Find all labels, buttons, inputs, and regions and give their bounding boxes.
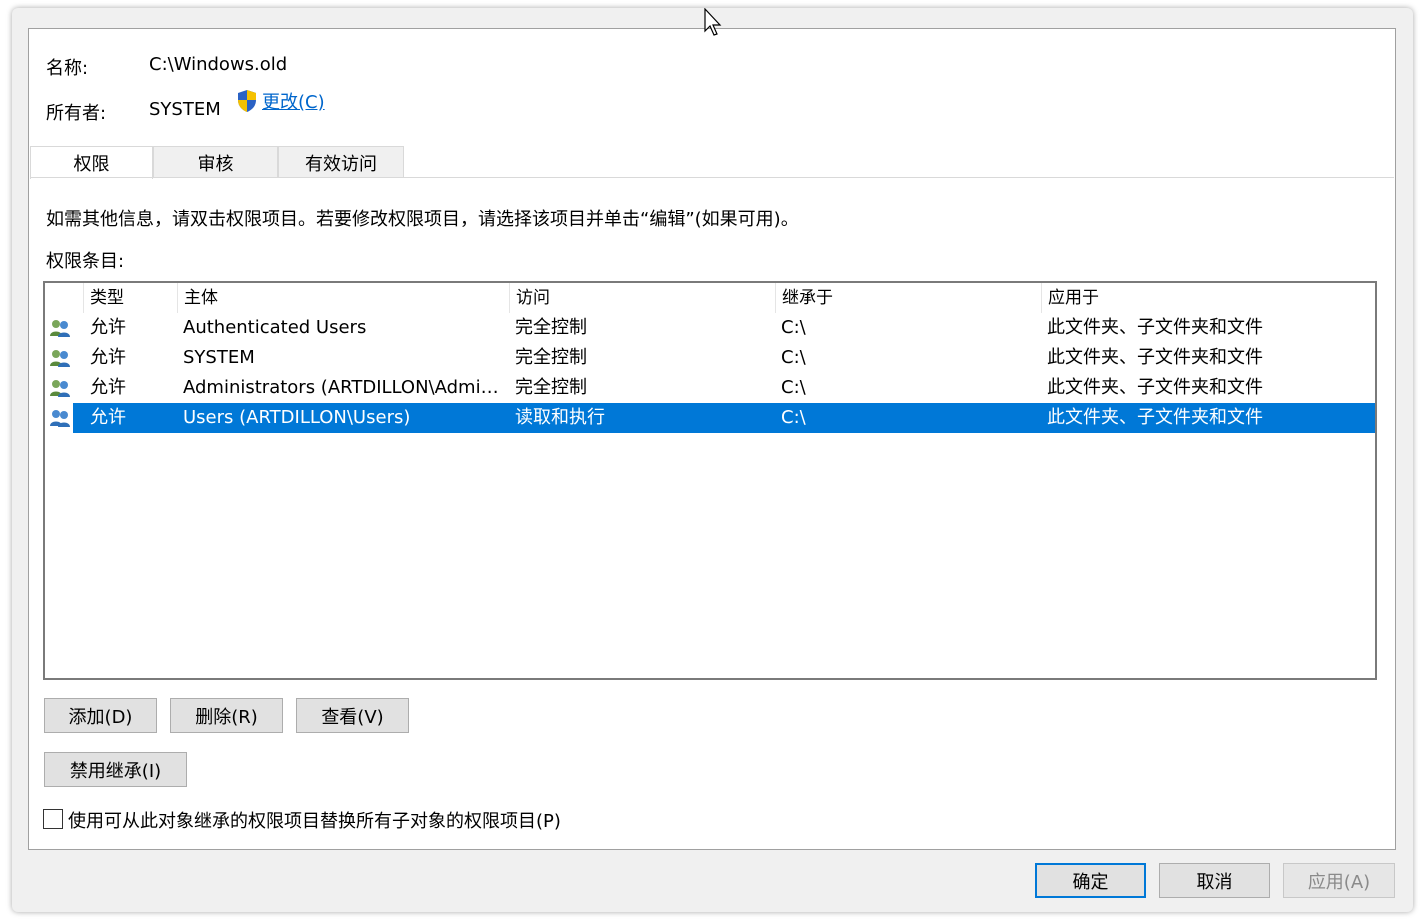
cell-inherited-from: C:\ xyxy=(781,377,806,398)
name-value: C:\Windows.old xyxy=(149,54,288,75)
replace-child-permissions-checkbox[interactable] xyxy=(43,809,63,829)
entries-label: 权限条目: xyxy=(46,251,125,272)
column-header-principal[interactable]: 主体 xyxy=(177,283,509,313)
ok-button[interactable]: 确定 xyxy=(1035,863,1146,898)
table-row-selected[interactable]: 允许 Users (ARTDILLON\Users) 读取和执行 C:\ 此文件… xyxy=(45,403,1375,433)
list-header: 类型 主体 访问 继承于 应用于 xyxy=(45,283,1375,313)
column-header-type[interactable]: 类型 xyxy=(83,283,177,313)
column-header-inherited-from[interactable]: 继承于 xyxy=(775,283,1041,313)
users-icon xyxy=(50,320,70,337)
table-row[interactable]: 允许 Authenticated Users 完全控制 C:\ 此文件夹、子文件… xyxy=(45,313,1375,343)
change-owner-link[interactable]: 更改(C) xyxy=(236,88,325,114)
cell-principal: Administrators (ARTDILLON\Admin... xyxy=(183,377,505,398)
info-text: 如需其他信息，请双击权限项目。若要修改权限项目，请选择该项目并单击“编辑”(如果… xyxy=(46,209,799,230)
name-label: 名称: xyxy=(46,58,89,79)
cell-inherited-from: C:\ xyxy=(781,347,806,368)
cell-principal: SYSTEM xyxy=(183,347,255,368)
users-icon xyxy=(50,410,70,427)
permission-entries-list[interactable]: 类型 主体 访问 继承于 应用于 允许 Authenticated Users … xyxy=(43,281,1377,680)
tab-effective-access[interactable]: 有效访问 xyxy=(278,146,404,178)
cell-type: 允许 xyxy=(90,407,126,428)
mouse-cursor-icon xyxy=(704,8,722,36)
table-row[interactable]: 允许 SYSTEM 完全控制 C:\ 此文件夹、子文件夹和文件 xyxy=(45,343,1375,373)
table-row[interactable]: 允许 Administrators (ARTDILLON\Admin... 完全… xyxy=(45,373,1375,403)
cell-type: 允许 xyxy=(90,317,126,338)
cell-principal: Users (ARTDILLON\Users) xyxy=(183,407,411,428)
cell-applies-to: 此文件夹、子文件夹和文件 xyxy=(1047,407,1263,428)
column-header-applies-to[interactable]: 应用于 xyxy=(1041,283,1375,313)
tab-divider xyxy=(30,177,1394,178)
cancel-button[interactable]: 取消 xyxy=(1159,863,1270,898)
tab-effective-access-label: 有效访问 xyxy=(305,153,377,175)
cell-applies-to: 此文件夹、子文件夹和文件 xyxy=(1047,347,1263,368)
tab-permissions-label: 权限 xyxy=(73,154,110,175)
tab-strip: 权限 审核 有效访问 xyxy=(30,146,404,179)
users-icon xyxy=(50,350,70,367)
cell-access: 完全控制 xyxy=(515,347,587,368)
remove-button[interactable]: 删除(R) xyxy=(170,698,283,733)
cell-applies-to: 此文件夹、子文件夹和文件 xyxy=(1047,317,1263,338)
cell-inherited-from: C:\ xyxy=(781,407,806,428)
users-icon xyxy=(50,380,70,397)
disable-inheritance-button[interactable]: 禁用继承(I) xyxy=(44,752,187,787)
cell-inherited-from: C:\ xyxy=(781,317,806,338)
cell-access: 读取和执行 xyxy=(515,407,605,428)
uac-shield-icon xyxy=(238,90,256,112)
add-button[interactable]: 添加(D) xyxy=(44,698,157,733)
cell-type: 允许 xyxy=(90,347,126,368)
tab-permissions[interactable]: 权限 xyxy=(30,146,153,179)
cell-access: 完全控制 xyxy=(515,317,587,338)
owner-value: SYSTEM xyxy=(149,99,221,120)
tab-auditing-label: 审核 xyxy=(197,153,234,175)
column-header-access[interactable]: 访问 xyxy=(509,283,775,313)
owner-label: 所有者: xyxy=(46,103,107,124)
view-button[interactable]: 查看(V) xyxy=(296,698,409,733)
apply-button[interactable]: 应用(A) xyxy=(1283,863,1395,898)
tab-auditing[interactable]: 审核 xyxy=(153,146,278,178)
replace-child-permissions-label[interactable]: 使用可从此对象继承的权限项目替换所有子对象的权限项目(P) xyxy=(68,807,561,833)
cell-applies-to: 此文件夹、子文件夹和文件 xyxy=(1047,377,1263,398)
cell-principal: Authenticated Users xyxy=(183,317,367,338)
cell-access: 完全控制 xyxy=(515,377,587,398)
change-owner-label[interactable]: 更改(C) xyxy=(262,88,325,114)
cell-type: 允许 xyxy=(90,377,126,398)
